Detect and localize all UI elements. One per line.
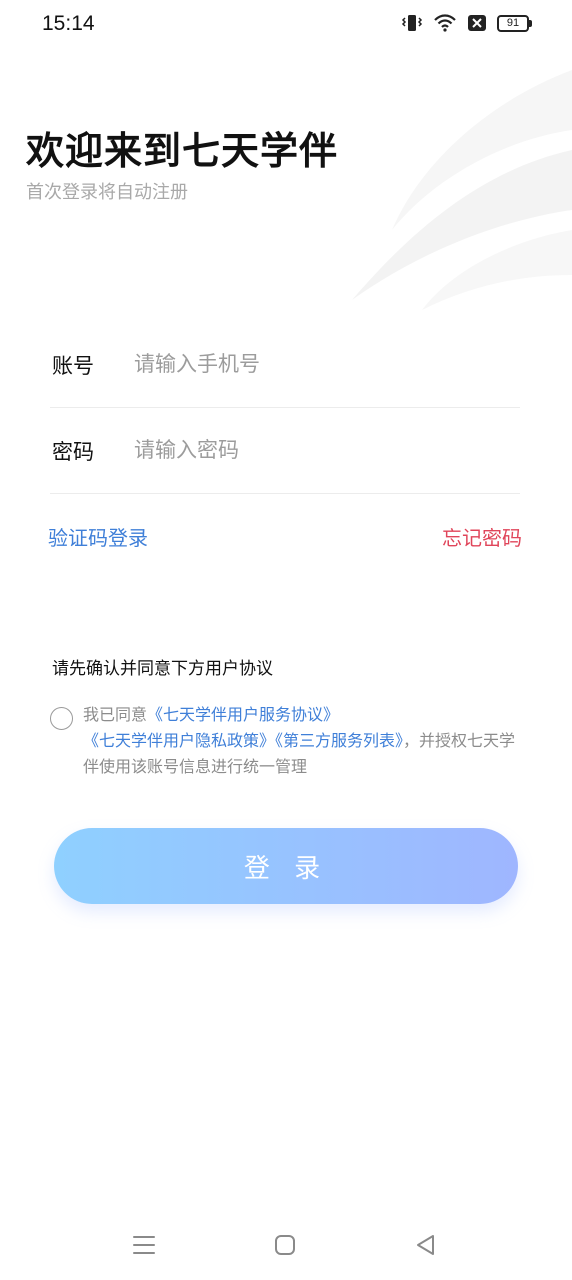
status-bar: 15:14 91 (0, 0, 572, 52)
background-swoosh-decoration (352, 70, 572, 310)
code-login-link[interactable]: 验证码登录 (48, 522, 148, 551)
account-row: 账号 (50, 322, 520, 408)
wifi-icon (434, 14, 456, 32)
menu-icon[interactable] (131, 1232, 157, 1258)
back-icon[interactable] (413, 1232, 439, 1258)
status-icons: 91 (401, 14, 532, 32)
status-time: 15:14 (42, 12, 95, 35)
agreement-title: 请先确认并同意下方用户协议 (52, 659, 273, 679)
login-screen: 15:14 91 欢迎来到七天学伴 首次登录将自动注册 账号 请输入手机号 密码… (0, 0, 572, 1280)
password-row: 密码 (50, 408, 520, 494)
password-input[interactable] (134, 430, 504, 470)
third-party-list-link[interactable]: 《第三方服务列表》 (275, 731, 403, 750)
privacy-policy-link[interactable]: 《七天学伴用户隐私政策》 (83, 731, 275, 750)
account-label: 账号 (52, 354, 94, 378)
battery-level: 91 (497, 14, 529, 32)
home-icon[interactable] (272, 1232, 298, 1258)
signal-off-icon (468, 15, 486, 31)
login-button[interactable]: 登 录 (54, 828, 518, 904)
agreement-text: 我已同意《七天学伴用户服务协议》《七天学伴用户隐私政策》《第三方服务列表》，并授… (83, 702, 523, 780)
page-subtitle: 首次登录将自动注册 (26, 182, 188, 203)
page-title: 欢迎来到七天学伴 (26, 129, 339, 173)
vibrate-icon (401, 15, 423, 31)
battery-tip (529, 19, 532, 27)
agreement-checkbox[interactable] (50, 707, 73, 730)
agreement-prefix: 我已同意 (83, 705, 148, 724)
system-nav-bar (0, 1222, 572, 1268)
forgot-password-link[interactable]: 忘记密码 (442, 522, 522, 551)
service-agreement-link[interactable]: 《七天学伴用户服务协议》 (147, 705, 339, 724)
phone-input[interactable] (134, 344, 504, 384)
password-label: 密码 (52, 440, 94, 464)
battery-icon: 91 (497, 14, 532, 32)
